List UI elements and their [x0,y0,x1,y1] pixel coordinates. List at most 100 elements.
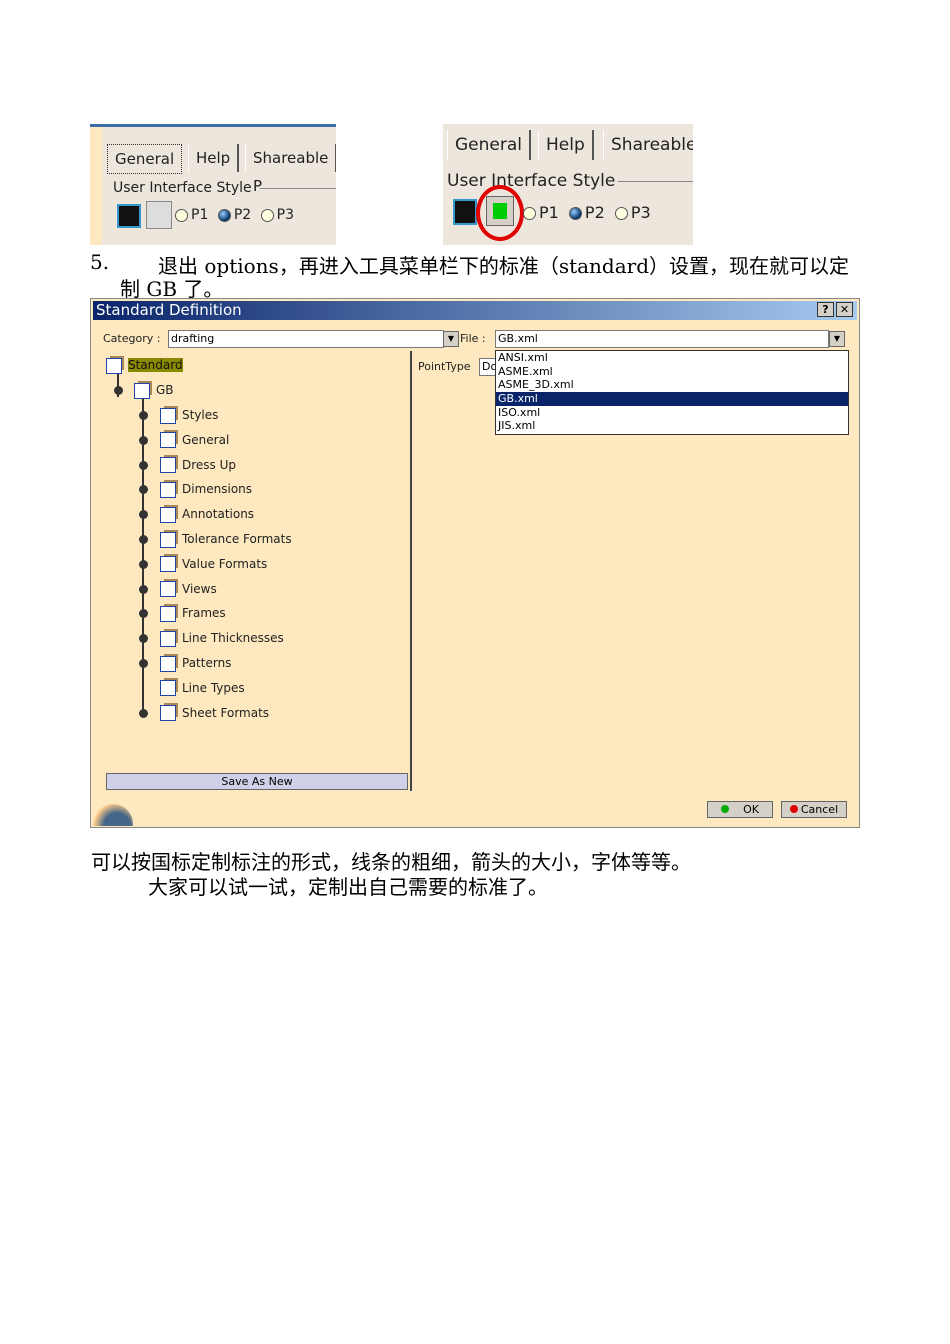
tab-shareable[interactable]: Shareable [603,130,693,160]
file-label: File : [460,332,486,345]
group-label: User Interface Style [447,171,616,191]
dialog-title: Standard Definition [93,301,857,320]
file-select[interactable]: GB.xml [495,330,829,348]
expand-icon[interactable] [139,510,148,520]
document-icon [160,531,176,548]
tree-item[interactable]: Annotations [160,505,254,523]
document-icon [160,506,176,523]
expand-icon[interactable] [139,609,148,619]
tree-item[interactable]: Value Formats [160,555,267,573]
tree-item[interactable]: Dress Up [160,456,236,474]
title-strip [90,124,336,127]
tab-help[interactable]: Help [188,144,240,172]
expand-icon[interactable] [139,411,148,420]
tree-panel: Standard GB Styles General Dress Up Dimensi… [94,351,412,791]
document-icon [160,705,176,722]
dialog-title-text: Standard Definition [96,301,242,319]
tree-label: Value Formats [182,556,268,571]
radio-group: P1 P2 P3 [170,207,294,223]
ok-label: OK [743,803,759,816]
tree-item[interactable]: General [160,431,229,449]
tab-general[interactable]: General [107,144,183,174]
help-button[interactable]: ? [817,302,834,317]
tree-item[interactable]: Styles [160,406,218,424]
document-icon [106,357,122,374]
tab-general[interactable]: General [447,130,531,160]
radio-p1[interactable] [523,207,536,220]
file-option[interactable]: ASME.xml [496,365,848,379]
chevron-down-icon[interactable]: ▼ [829,331,845,347]
red-dot-icon [789,805,798,813]
tree-item[interactable]: Tolerance Formats [160,530,292,548]
pointtype-label: PointType [418,360,471,373]
step-text-line1: 退出 options，再进入工具菜单栏下的标准（standard）设置，现在就可… [158,254,850,278]
tree-label: Dimensions [182,482,253,497]
expand-icon[interactable] [139,460,148,470]
document-icon [160,481,176,498]
document-icon [160,655,176,672]
expand-icon[interactable] [139,485,148,495]
category-label: Category : [103,332,161,345]
radio-p2[interactable] [568,207,582,220]
category-select[interactable]: drafting [168,330,444,348]
cancel-label: Cancel [800,803,839,816]
monitor-icon [453,199,477,225]
tab-help[interactable]: Help [538,130,594,160]
file-option[interactable]: ANSI.xml [496,351,848,365]
document-icon [160,432,176,449]
divider [260,188,336,189]
tree-item[interactable]: Views [160,580,217,598]
tree-label: Styles [182,408,219,422]
tree-label: Sheet Formats [182,705,270,720]
ok-button[interactable]: OK [707,801,773,818]
tree-item[interactable]: Sheet Formats [160,704,269,722]
tree-label: Line Types [182,680,245,695]
tree-label: Tolerance Formats [182,532,292,546]
lock-icon-disabled[interactable] [146,201,172,229]
paragraph-line2: 大家可以试一试，定制出自己需要的标准了。 [148,875,548,899]
radio-p2[interactable] [217,208,231,222]
tree-item[interactable]: Frames [160,604,226,622]
tree-item[interactable]: Line Types [160,679,245,697]
radio-p3[interactable] [614,207,628,220]
expand-icon[interactable] [139,584,148,594]
chevron-down-icon[interactable]: ▼ [443,331,459,347]
radio-p1[interactable] [175,208,188,222]
tree-label: Dress Up [182,457,237,472]
tree-label: Annotations [182,507,255,522]
document-icon [160,680,176,697]
tab-shareable[interactable]: Shareable P [245,144,336,195]
save-as-new-button[interactable]: Save As New [106,773,408,790]
cancel-button[interactable]: Cancel [781,801,847,818]
tree-label: Line Thicknesses [182,631,284,646]
radio-label: P1 [539,203,559,222]
close-button[interactable]: ✕ [836,302,853,317]
screenshot-options-after: General Help Shareable User Interface St… [443,124,693,245]
tree-label: General [182,432,230,447]
collapse-icon[interactable] [114,386,123,395]
document-icon [160,605,176,622]
tree-item[interactable]: Dimensions [160,480,252,498]
expand-icon[interactable] [139,559,148,569]
expand-icon[interactable] [139,634,148,644]
standard-definition-dialog: Standard Definition ? ✕ Category : draft… [90,298,860,828]
radio-p3[interactable] [260,208,274,222]
tree-item[interactable]: Patterns [160,654,231,672]
expand-icon[interactable] [139,659,148,668]
radio-label: P2 [584,203,605,222]
expand-icon[interactable] [139,535,148,544]
tree-label: Patterns [182,656,232,670]
document-icon [160,407,176,424]
green-dot-icon [721,805,730,813]
file-option[interactable]: JIS.xml [496,419,848,433]
expand-icon[interactable] [139,435,148,445]
expand-icon[interactable] [139,708,148,718]
file-option[interactable]: GB.xml [496,392,848,406]
tree-label: Views [182,581,217,596]
tree-item-standard[interactable]: Standard [106,356,183,374]
tree-item[interactable]: Line Thicknesses [160,629,284,647]
tree-connector[interactable] [139,684,148,693]
tree-item-gb[interactable]: GB [134,381,174,399]
file-option[interactable]: ASME_3D.xml [496,378,848,392]
file-option[interactable]: ISO.xml [496,406,848,420]
